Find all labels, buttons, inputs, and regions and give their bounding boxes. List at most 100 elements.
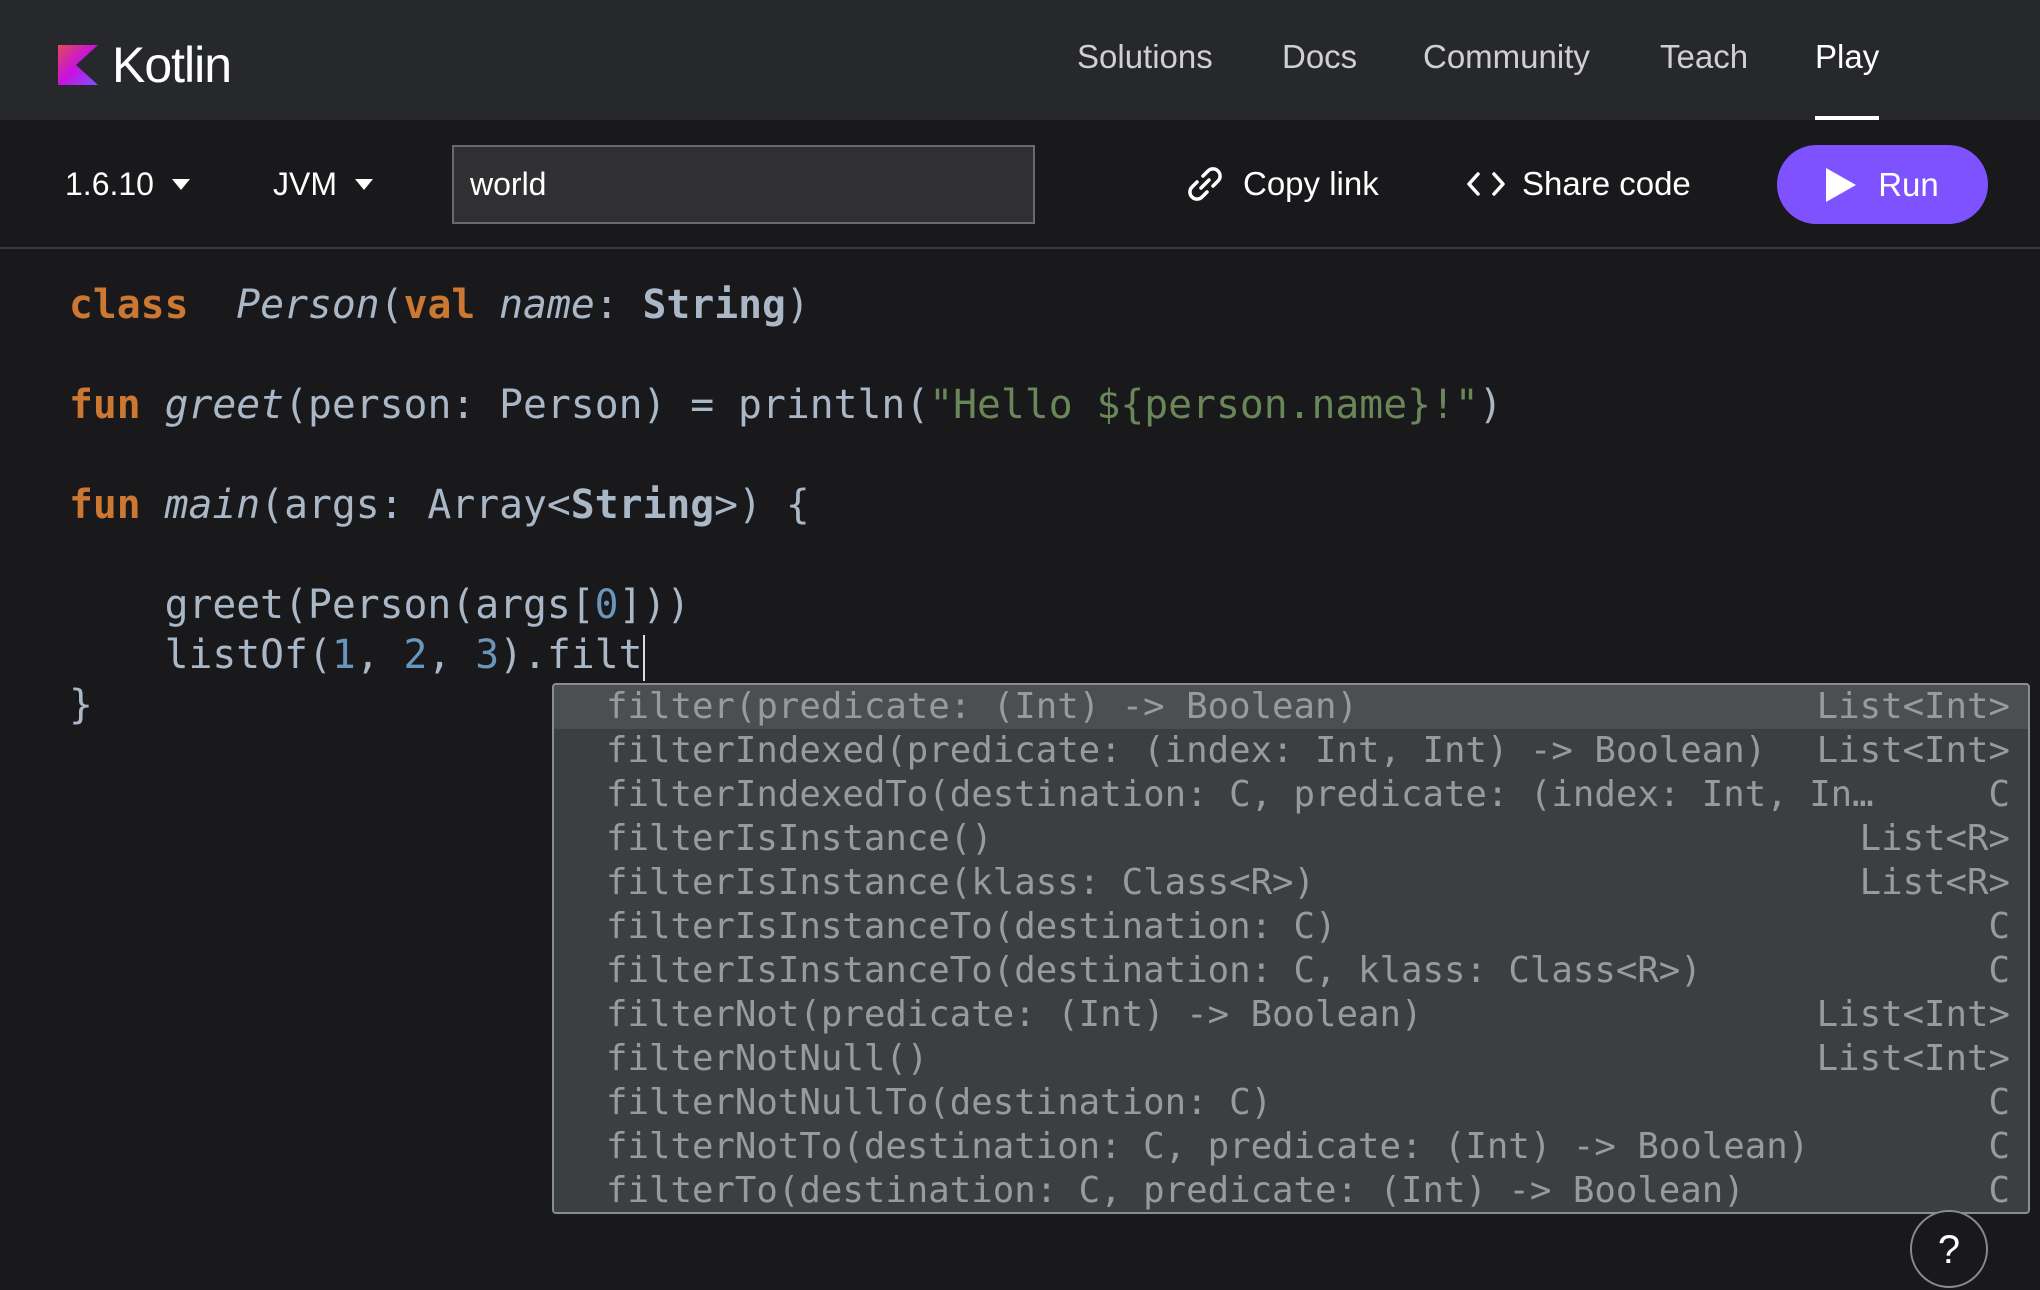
completion-signature: filterTo(destination: C, predicate: (Int… (606, 1170, 1745, 1211)
text-cursor (642, 634, 645, 681)
code-brackets-icon (1467, 172, 1505, 196)
completion-return-type: List<Int> (1816, 730, 2010, 771)
completion-item[interactable]: filterNotNull() List<Int> (554, 1037, 2028, 1081)
code-line: } (69, 680, 93, 730)
code-token: fun (69, 482, 141, 528)
nav-play[interactable]: Play (1815, 0, 1880, 120)
code-token: ) (1478, 382, 1503, 428)
code-line: greet(Person(args[0])) (69, 580, 691, 630)
completion-signature: filterIndexedTo(destination: C, predicat… (606, 774, 1874, 815)
completion-return-type: List<R> (1859, 862, 2010, 903)
code-line: fun greet(person: Person) = println("Hel… (69, 380, 1503, 430)
help-button[interactable]: ? (1910, 1210, 1988, 1288)
play-icon (1826, 167, 1857, 202)
code-token: , (427, 632, 476, 678)
code-token: 3 (475, 632, 500, 678)
code-token: fun (69, 382, 141, 428)
program-arguments-input[interactable] (452, 145, 1035, 224)
completion-item[interactable]: filterIsInstance(klass: Class<R>) List<R> (554, 861, 2028, 905)
share-code-button[interactable]: Share code (1466, 160, 1691, 208)
code-line: class Person(val name: String) (69, 280, 810, 330)
code-token: ).filt (499, 632, 643, 678)
code-token: String (570, 482, 715, 528)
nav-community[interactable]: Community (1423, 0, 1590, 120)
completion-return-type: C (1988, 950, 2011, 991)
code-token: class (69, 282, 189, 328)
completion-item[interactable]: filterNot(predicate: (Int) -> Boolean) Li… (554, 993, 2028, 1037)
code-token: main (164, 482, 261, 528)
code-token: (args: Array< (260, 482, 571, 528)
completion-return-type: List<Int> (1816, 686, 2010, 727)
logo-text: Kotlin (112, 37, 232, 93)
code-token: greet (164, 382, 285, 428)
completion-item[interactable]: filterTo(destination: C, predicate: (Int… (554, 1169, 2028, 1212)
completion-return-type: C (1988, 1126, 2011, 1167)
code-token: name (499, 282, 595, 328)
code-line: fun main(args: Array<String>) { (69, 480, 810, 530)
code-token: >) { (714, 482, 810, 528)
completion-return-type: C (1988, 1082, 2011, 1123)
kotlin-logo-icon (58, 45, 98, 85)
completion-signature: filterIsInstance(klass: Class<R>) (606, 862, 1316, 903)
site-header: Kotlin Solutions Docs Community Teach Pl… (0, 0, 2040, 120)
completion-item[interactable]: filterIndexedTo(destination: C, predicat… (554, 773, 2028, 817)
code-token: 2 (403, 632, 428, 678)
caret-down-icon (355, 178, 373, 190)
completion-return-type: List<Int> (1816, 994, 2010, 1035)
code-line: listOf(1, 2, 3).filt (69, 630, 645, 681)
code-token: Person (236, 282, 380, 328)
code-token: 0 (594, 582, 619, 628)
completion-item[interactable]: filterNotNullTo(destination: C) C (554, 1081, 2028, 1125)
completion-signature: filterNotNull() (606, 1038, 929, 1079)
completion-return-type: List<R> (1859, 818, 2010, 859)
share-code-label: Share code (1522, 165, 1691, 202)
completion-signature: filterIsInstance() (606, 818, 993, 859)
completion-item[interactable]: filterIsInstanceTo(destination: C, klass… (554, 949, 2028, 993)
completion-signature: filterIsInstanceTo(destination: C) (606, 906, 1337, 947)
playground-toolbar: 1.6.10 JVM Copy link Share code Run (0, 120, 2040, 249)
nav-solutions[interactable]: Solutions (1077, 0, 1213, 120)
completion-return-type: List<Int> (1816, 1038, 2010, 1079)
nav-docs[interactable]: Docs (1282, 0, 1357, 120)
run-button[interactable]: Run (1777, 145, 1988, 224)
code-token: listOf( (69, 632, 332, 678)
run-label: Run (1878, 165, 1939, 203)
completion-item[interactable]: filterIsInstanceTo(destination: C) C (554, 905, 2028, 949)
platform-dropdown[interactable]: JVM (273, 160, 373, 208)
code-token: val (403, 282, 476, 328)
code-token: "Hello ${person.name}!" (929, 382, 1479, 428)
copy-link-button[interactable]: Copy link (1183, 160, 1379, 208)
code-token: } (69, 682, 93, 728)
completion-signature: filterNotNullTo(destination: C) (606, 1082, 1273, 1123)
code-token: ( (379, 282, 404, 328)
nav-teach[interactable]: Teach (1660, 0, 1748, 120)
code-token: ) (785, 282, 810, 328)
autocomplete-popup: filter(predicate: (Int) -> Boolean) List<… (552, 683, 2030, 1214)
completion-signature: filterNotTo(destination: C, predicate: (… (606, 1126, 1810, 1167)
completion-item[interactable]: filterIsInstance() List<R> (554, 817, 2028, 861)
copy-link-label: Copy link (1243, 165, 1379, 202)
code-token: , (355, 632, 404, 678)
completion-signature: filterIsInstanceTo(destination: C, klass… (606, 950, 1702, 991)
completion-signature: filter(predicate: (Int) -> Boolean) (606, 686, 1358, 727)
link-icon (1188, 167, 1222, 201)
completion-signature: filterIndexed(predicate: (index: Int, In… (606, 730, 1767, 771)
completion-signature: filterNot(predicate: (Int) -> Boolean) (606, 994, 1423, 1035)
platform-value: JVM (273, 166, 337, 202)
version-dropdown[interactable]: 1.6.10 (65, 160, 190, 208)
code-token: greet(Person(args[ (69, 582, 595, 628)
completion-item[interactable]: filterIndexed(predicate: (index: Int, In… (554, 729, 2028, 773)
completion-item[interactable]: filterNotTo(destination: C, predicate: (… (554, 1125, 2028, 1169)
caret-down-icon (171, 178, 190, 190)
code-token: (person: Person) = println( (284, 382, 930, 428)
completion-return-type: C (1988, 774, 2011, 815)
kotlin-logo[interactable]: Kotlin (58, 36, 232, 94)
completion-item[interactable]: filter(predicate: (Int) -> Boolean) List<… (554, 685, 2028, 729)
completion-return-type: C (1988, 906, 2011, 947)
code-token: 1 (331, 632, 356, 678)
code-token: ])) (618, 582, 691, 628)
